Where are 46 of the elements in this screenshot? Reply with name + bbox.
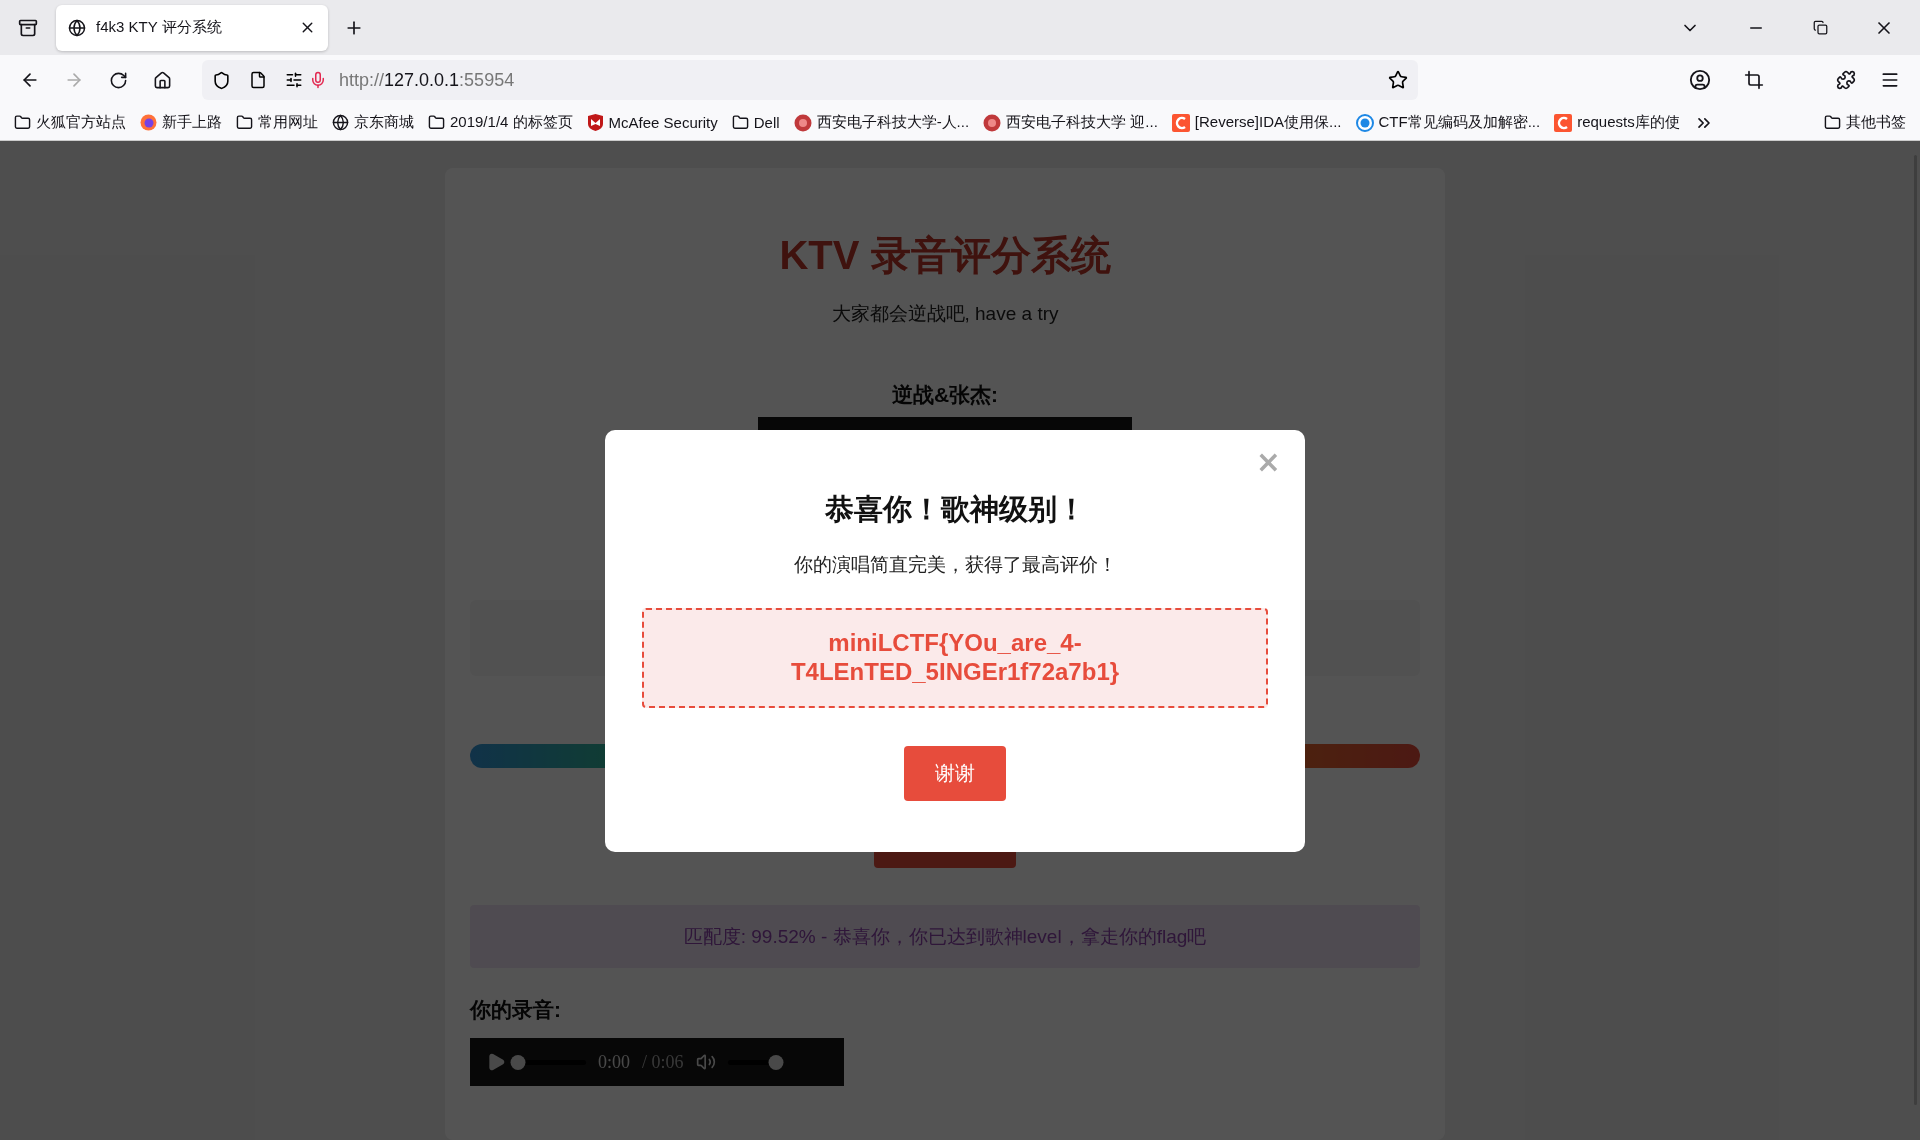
globe-icon xyxy=(68,18,86,37)
page-subtitle: 大家都会逆战吧, have a try xyxy=(831,302,1059,326)
bookmark-item[interactable]: 火狐官方站点 xyxy=(14,113,126,132)
current-time: 0:00 xyxy=(598,1051,630,1073)
bookmark-item[interactable]: McAfee Security xyxy=(586,114,718,131)
folder-icon xyxy=(731,114,749,131)
bookmark-star-icon[interactable] xyxy=(1388,70,1408,90)
globe-icon xyxy=(332,114,349,131)
permissions-icon xyxy=(285,71,303,89)
shield-logo-icon xyxy=(586,114,604,131)
recording-label: 你的录音: xyxy=(470,997,561,1023)
page-title: KTV 录音评分系统 xyxy=(779,232,1111,279)
bookmark-item[interactable]: 京东商城 xyxy=(332,113,414,132)
folder-icon xyxy=(1824,114,1841,131)
modal-message: 你的演唱简直完美，获得了最高评价！ xyxy=(793,553,1117,577)
bookmark-item[interactable]: 2019/1/4 的标签页 xyxy=(428,113,573,132)
browser-logo-icon xyxy=(140,114,157,131)
folder-icon xyxy=(236,114,253,131)
emblem-icon xyxy=(793,113,812,132)
volume-thumb[interactable] xyxy=(768,1054,784,1070)
bookmark-item[interactable]: 西安电子科技大学 迎... xyxy=(983,113,1158,132)
bookmark-item[interactable]: 常用网址 xyxy=(236,113,318,132)
site-logo-icon xyxy=(1355,113,1374,132)
song-label: 逆战&张杰: xyxy=(891,382,999,408)
folder-icon xyxy=(14,114,31,131)
folder-icon xyxy=(428,114,445,131)
browser-tab[interactable]: f4k3 KTY 评分系统 xyxy=(56,4,328,51)
bookmark-item[interactable]: CTF常见编码及加解密... xyxy=(1355,113,1541,132)
flag-text: miniLCTF{YOu_are_4-T4LEnTED_5INGEr1f72a7b1} xyxy=(642,608,1268,708)
microphone-icon xyxy=(309,71,327,89)
bookmark-item[interactable]: requests库的使 xyxy=(1554,113,1680,132)
bookmark-item[interactable]: Dell xyxy=(731,114,780,131)
bookmark-item[interactable]: 西安电子科技大学-人... xyxy=(793,113,970,132)
bookmark-item[interactable]: [Reverse]IDA使用保... xyxy=(1171,113,1342,132)
address-bar[interactable]: http://127.0.0.1:55954 xyxy=(202,60,1418,100)
page-icon xyxy=(249,71,267,89)
bookmark-item[interactable]: 新手上路 xyxy=(140,113,222,132)
bookmark-item[interactable]: 其他书签 xyxy=(1824,113,1906,132)
site-logo-icon xyxy=(1171,113,1190,132)
site-logo-icon xyxy=(1554,113,1573,132)
modal-title: 恭喜你！歌神级别！ xyxy=(824,492,1086,527)
emblem-icon xyxy=(983,113,1002,132)
url-text: http://127.0.0.1:55954 xyxy=(339,69,515,91)
shield-icon xyxy=(212,70,231,90)
progress-thumb[interactable] xyxy=(510,1054,526,1070)
thanks-button[interactable]: 谢谢 xyxy=(904,746,1006,801)
